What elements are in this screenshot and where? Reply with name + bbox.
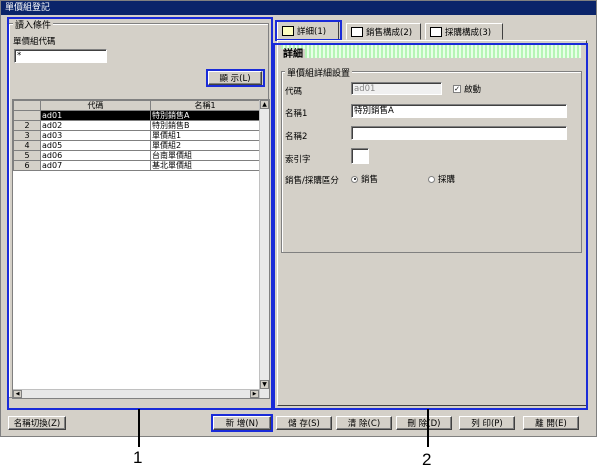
print-button[interactable]: 列 印(P) [459, 416, 515, 430]
grid-header-corner [13, 100, 41, 111]
grid-vertical-scrollbar[interactable]: ▲ ▼ [259, 100, 269, 398]
radio-unselected-icon [428, 175, 435, 183]
tab-purchase-label: 採購構成(3) [445, 27, 492, 38]
cell-code[interactable]: ad05 [40, 140, 151, 151]
detail-header: 詳細 [281, 49, 305, 60]
active-label: 啟動 [464, 85, 482, 95]
cell-name[interactable]: 特別銷售B [150, 120, 260, 131]
table-row[interactable]: 3 ad03 單價組1 [13, 130, 260, 141]
table-row[interactable]: 6 ad07 基北單價組 [13, 160, 260, 171]
result-grid[interactable]: 代碼 名稱1 ad01 特別銷售A 2 ad02 特別銷售B 3 ad03 單價… [12, 99, 270, 399]
delete-button[interactable]: 刪 除(D) [396, 416, 452, 430]
cell-name[interactable]: 基北單價組 [150, 160, 260, 171]
grid-horizontal-scrollbar[interactable]: ◀ ▶ [13, 389, 259, 398]
code-field: ad01 [351, 82, 442, 95]
close-button[interactable]: 離 開(E) [523, 416, 579, 430]
row-number: 6 [13, 160, 41, 171]
table-row[interactable]: 2 ad02 特別銷售B [13, 120, 260, 131]
cell-name[interactable]: 特別銷售A [150, 110, 260, 121]
callout-2-line [427, 409, 429, 447]
radio-purchase[interactable]: 採購 [428, 173, 455, 185]
scroll-right-arrow-icon[interactable]: ▶ [250, 390, 259, 398]
detail-group-label: 單價組詳細設置 [285, 66, 353, 79]
radio-selected-icon [351, 175, 358, 183]
callout-2: 2 [422, 450, 432, 469]
cell-name[interactable]: 台南單價組 [150, 150, 260, 161]
code-label: 代碼 [285, 87, 303, 97]
table-row[interactable]: 4 ad05 單價組2 [13, 140, 260, 151]
new-button[interactable]: 新 增(N) [213, 416, 271, 430]
radio-sales-label: 銷售 [361, 175, 379, 185]
cell-code[interactable]: ad02 [40, 120, 151, 131]
detail-group: 單價組詳細設置 [281, 66, 582, 253]
scroll-up-arrow-icon[interactable]: ▲ [260, 100, 269, 109]
cell-code[interactable]: ad03 [40, 130, 151, 141]
tab-sales-composition[interactable]: 銷售構成(2) [346, 23, 421, 40]
cell-name[interactable]: 單價組1 [150, 130, 260, 141]
show-button[interactable]: 顯 示(L) [208, 71, 262, 85]
row-number: 2 [13, 120, 41, 131]
name1-label: 名稱1 [285, 109, 308, 119]
cell-code[interactable]: ad01 [40, 110, 151, 121]
scroll-down-arrow-icon[interactable]: ▼ [260, 380, 269, 389]
sales-purchase-label: 銷售/採購區分 [285, 176, 339, 186]
callout-1: 1 [133, 448, 143, 467]
window-title: 單價組登記 [1, 1, 596, 15]
grid-header-name1[interactable]: 名稱1 [150, 100, 260, 111]
active-checkbox[interactable]: ✓ 啟動 [453, 83, 481, 95]
scroll-left-arrow-icon[interactable]: ◀ [13, 390, 22, 398]
name-switch-button[interactable]: 名稱切換(Z) [8, 416, 66, 430]
cell-code[interactable]: ad06 [40, 150, 151, 161]
book-icon [282, 26, 294, 36]
cell-code[interactable]: ad07 [40, 160, 151, 171]
cell-name[interactable]: 單價組2 [150, 140, 260, 151]
code-filter-label: 單價組代碼 [13, 37, 56, 47]
radio-sales[interactable]: 銷售 [351, 173, 378, 185]
checkbox-checked-icon: ✓ [453, 85, 461, 93]
row-number [13, 110, 41, 121]
row-number: 5 [13, 150, 41, 161]
name2-field[interactable] [351, 126, 567, 140]
callout-1-line [138, 409, 140, 447]
grid-header-code[interactable]: 代碼 [40, 100, 151, 111]
radio-purchase-label: 採購 [438, 175, 456, 185]
document-icon [351, 26, 363, 37]
index-field[interactable] [351, 148, 369, 164]
save-button[interactable]: 儲 存(S) [276, 416, 332, 430]
table-row[interactable]: ad01 特別銷售A [13, 110, 260, 121]
window-icon [430, 26, 442, 37]
main-window: 單價組登記 讀入條件 單價組代碼 * 顯 示(L) 代碼 名稱1 ad01 特別… [0, 0, 597, 437]
clear-button[interactable]: 清 除(C) [336, 416, 392, 430]
row-number: 3 [13, 130, 41, 141]
name1-field[interactable]: 特別銷售A [351, 104, 567, 118]
tab-detail-label: 詳細(1) [297, 27, 327, 37]
read-condition-label: 讀入條件 [13, 18, 54, 31]
tab-sales-label: 銷售構成(2) [366, 27, 413, 38]
tab-purchase-composition[interactable]: 採購構成(3) [425, 23, 503, 40]
tab-detail[interactable]: 詳細(1) [277, 21, 339, 40]
index-label: 索引字 [285, 155, 311, 165]
detail-header-bar: 詳細 [281, 45, 581, 60]
table-row[interactable]: 5 ad06 台南單價組 [13, 150, 260, 161]
code-filter-input[interactable]: * [14, 49, 107, 63]
row-number: 4 [13, 140, 41, 151]
name2-label: 名稱2 [285, 132, 308, 142]
